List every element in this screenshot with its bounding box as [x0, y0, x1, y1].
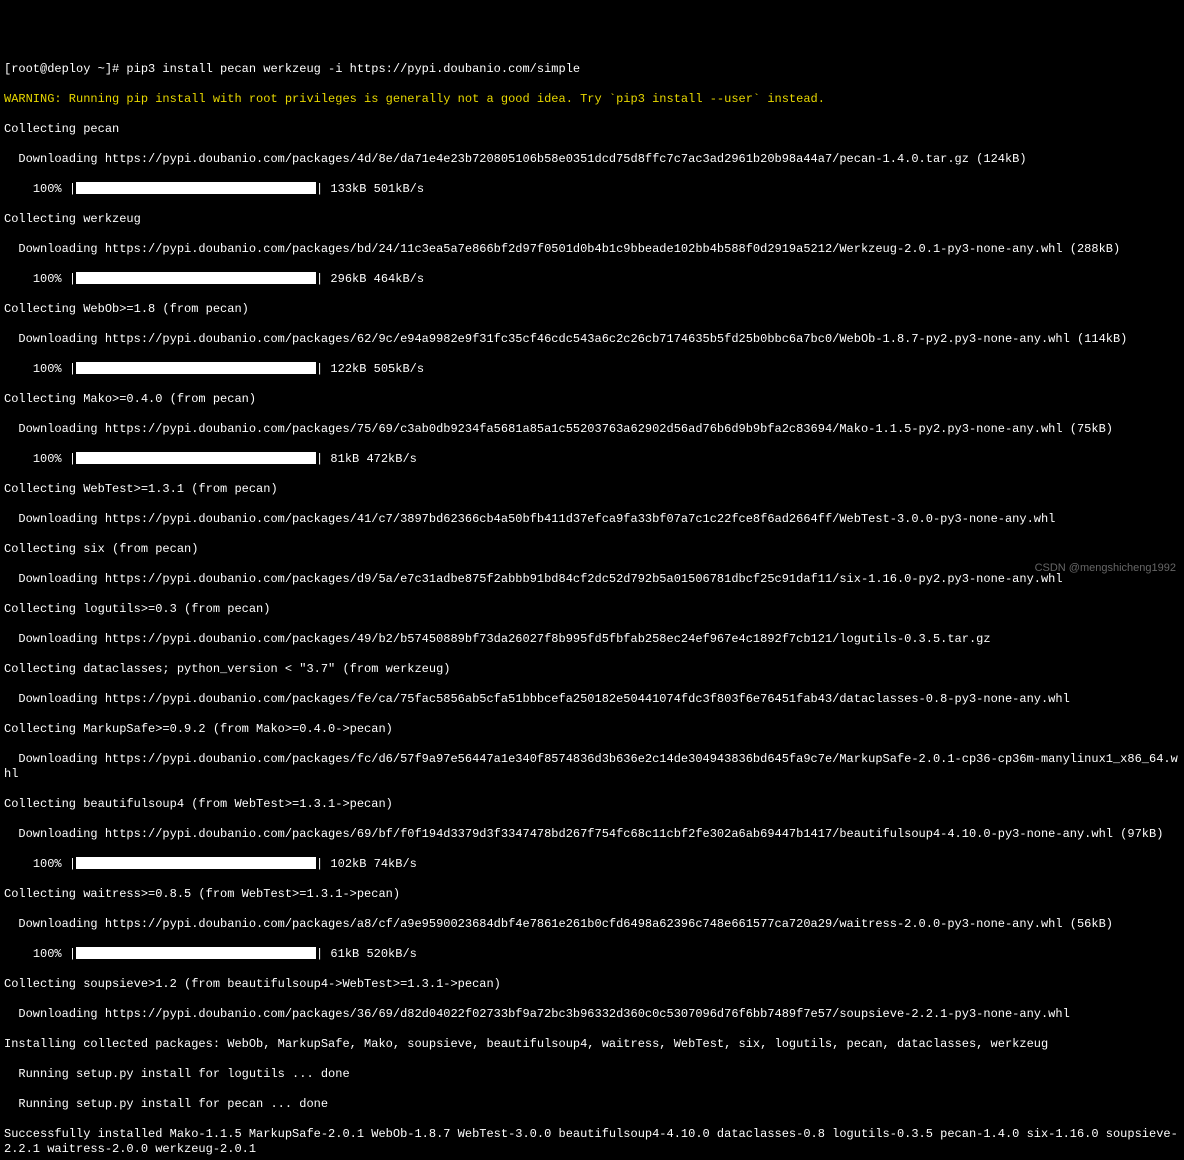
- progress-stats: | 81kB 472kB/s: [316, 452, 417, 466]
- out: Downloading https://pypi.doubanio.com/pa…: [4, 422, 1180, 437]
- out: Running setup.py install for logutils ..…: [4, 1067, 1180, 1082]
- watermark-text: CSDN @mengshicheng1992: [1035, 561, 1176, 576]
- shell-prompt-line: [root@deploy ~]# pip3 install pecan werk…: [4, 62, 1180, 77]
- out: Collecting WebOb>=1.8 (from pecan): [4, 302, 1180, 317]
- progress-bar-icon: [76, 452, 316, 464]
- progress-pct: 100% |: [4, 947, 76, 961]
- out: Downloading https://pypi.doubanio.com/pa…: [4, 917, 1180, 932]
- out: Collecting logutils>=0.3 (from pecan): [4, 602, 1180, 617]
- progress-row: 100% | | 122kB 505kB/s: [4, 362, 1180, 377]
- progress-bar-icon: [76, 182, 316, 194]
- progress-pct: 100% |: [4, 362, 76, 376]
- progress-row: 100% | | 61kB 520kB/s: [4, 947, 1180, 962]
- out: Collecting beautifulsoup4 (from WebTest>…: [4, 797, 1180, 812]
- progress-stats: | 296kB 464kB/s: [316, 272, 424, 286]
- out: Downloading https://pypi.doubanio.com/pa…: [4, 152, 1180, 167]
- out: Collecting werkzeug: [4, 212, 1180, 227]
- progress-stats: | 133kB 501kB/s: [316, 182, 424, 196]
- progress-stats: | 122kB 505kB/s: [316, 362, 424, 376]
- out: Collecting Mako>=0.4.0 (from pecan): [4, 392, 1180, 407]
- out: Downloading https://pypi.doubanio.com/pa…: [4, 242, 1180, 257]
- out: Collecting soupsieve>1.2 (from beautiful…: [4, 977, 1180, 992]
- out: Downloading https://pypi.doubanio.com/pa…: [4, 512, 1180, 527]
- progress-bar-icon: [76, 857, 316, 869]
- out: Downloading https://pypi.doubanio.com/pa…: [4, 332, 1180, 347]
- out: Collecting MarkupSafe>=0.9.2 (from Mako>…: [4, 722, 1180, 737]
- progress-stats: | 61kB 520kB/s: [316, 947, 417, 961]
- out: Running setup.py install for pecan ... d…: [4, 1097, 1180, 1112]
- progress-bar-icon: [76, 272, 316, 284]
- out: Successfully installed Mako-1.1.5 Markup…: [4, 1127, 1180, 1157]
- out: Installing collected packages: WebOb, Ma…: [4, 1037, 1180, 1052]
- out: Downloading https://pypi.doubanio.com/pa…: [4, 752, 1180, 782]
- out: Downloading https://pypi.doubanio.com/pa…: [4, 632, 1180, 647]
- out: Collecting pecan: [4, 122, 1180, 137]
- progress-pct: 100% |: [4, 272, 76, 286]
- progress-row: 100% | | 296kB 464kB/s: [4, 272, 1180, 287]
- out: Collecting WebTest>=1.3.1 (from pecan): [4, 482, 1180, 497]
- out: Collecting waitress>=0.8.5 (from WebTest…: [4, 887, 1180, 902]
- out: Collecting six (from pecan): [4, 542, 1180, 557]
- progress-row: 100% | | 81kB 472kB/s: [4, 452, 1180, 467]
- progress-bar-icon: [76, 947, 316, 959]
- progress-stats: | 102kB 74kB/s: [316, 857, 417, 871]
- out: Downloading https://pypi.doubanio.com/pa…: [4, 692, 1180, 707]
- pip-warning: WARNING: Running pip install with root p…: [4, 92, 1180, 107]
- out: Collecting dataclasses; python_version <…: [4, 662, 1180, 677]
- progress-pct: 100% |: [4, 452, 76, 466]
- progress-pct: 100% |: [4, 857, 76, 871]
- out: Downloading https://pypi.doubanio.com/pa…: [4, 827, 1180, 842]
- progress-row: 100% | | 133kB 501kB/s: [4, 182, 1180, 197]
- progress-bar-icon: [76, 362, 316, 374]
- out: Downloading https://pypi.doubanio.com/pa…: [4, 1007, 1180, 1022]
- progress-pct: 100% |: [4, 182, 76, 196]
- progress-row: 100% | | 102kB 74kB/s: [4, 857, 1180, 872]
